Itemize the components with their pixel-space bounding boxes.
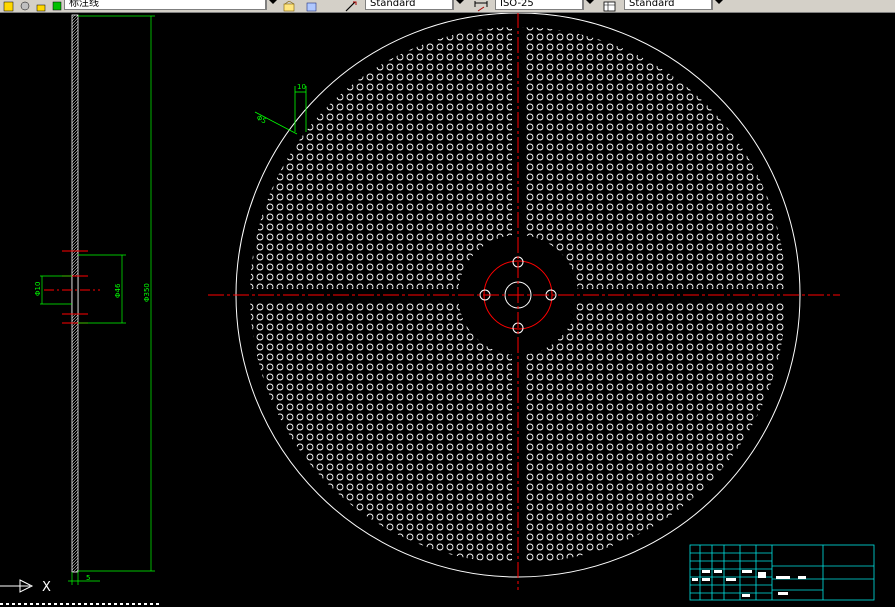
- dim-style-dropdown-arrow[interactable]: [583, 0, 595, 10]
- layer-color-icon[interactable]: [50, 0, 64, 11]
- thickness-label: 5: [86, 574, 90, 582]
- table-style-dropdown[interactable]: Standard: [624, 0, 712, 10]
- text-style-dropdown[interactable]: Standard: [365, 0, 453, 10]
- command-line[interactable]: [0, 601, 895, 607]
- layer-dropdown-arrow[interactable]: [266, 0, 278, 10]
- hub-section: [71, 275, 79, 315]
- layer-lock-icon[interactable]: [34, 0, 48, 12]
- side-view: Φ10 Φ46 Φ350 5: [34, 14, 155, 585]
- text-style-icon[interactable]: [344, 0, 358, 12]
- perforated-plate-view: [208, 13, 840, 590]
- dim-style-dropdown[interactable]: ISO-25: [495, 0, 583, 10]
- hole-dia-label: Φ5: [255, 114, 268, 126]
- hole-detail-dimension: 10 Φ5: [254, 83, 307, 135]
- drawing-canvas[interactable]: 10 Φ5 Φ10 Φ46 Φ350 5 X: [0, 13, 895, 607]
- table-style-icon[interactable]: [603, 0, 617, 12]
- ucs-icon: X: [0, 579, 51, 595]
- layer-manager-icon[interactable]: [305, 0, 319, 12]
- layer-freeze-icon[interactable]: [18, 0, 32, 11]
- hub-dia-label: Φ10: [34, 282, 42, 296]
- layer-state-icon[interactable]: [2, 0, 16, 12]
- text-style-dropdown-arrow[interactable]: [453, 0, 465, 10]
- outer-dia-label: Φ350: [143, 283, 151, 302]
- ucs-x-label: X: [42, 580, 51, 595]
- properties-toolbar: 标注线 Standard ISO-25 Standard: [0, 0, 895, 13]
- command-history-text: [0, 603, 160, 605]
- dim-style-icon[interactable]: [474, 0, 488, 12]
- layer-dropdown[interactable]: 标注线: [64, 0, 266, 10]
- table-style-dropdown-arrow[interactable]: [712, 0, 724, 10]
- layer-previous-icon[interactable]: [283, 0, 297, 12]
- hole-pitch-label: 10: [297, 83, 306, 91]
- bore-dia-label: Φ46: [114, 283, 122, 298]
